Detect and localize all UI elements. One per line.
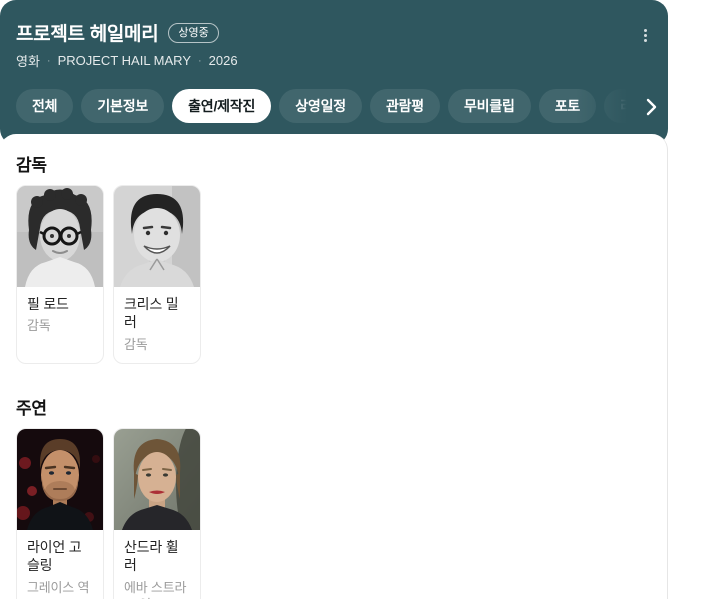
kebab-menu-icon[interactable] (638, 25, 652, 45)
tab-showtimes[interactable]: 상영일정 (279, 89, 362, 123)
person-card-phil-lord[interactable]: 필 로드 감독 (16, 185, 104, 364)
person-role: 감독 (124, 337, 190, 354)
person-name: 산드라 휠러 (124, 538, 190, 575)
tab-all[interactable]: 전체 (16, 89, 73, 123)
tab-cast-crew[interactable]: 출연/제작진 (172, 89, 271, 123)
subtitle-separator: · (198, 55, 202, 67)
ryan-gosling-portrait (17, 429, 103, 530)
section-directors: 감독 (16, 151, 651, 364)
person-info: 필 로드 감독 (17, 287, 103, 335)
person-card-sandra-huller[interactable]: 산드라 휠러 에바 스트라트 역 (113, 428, 201, 599)
subtitle-original-title: PROJECT HAIL MARY (58, 53, 191, 68)
phil-lord-portrait (17, 186, 103, 287)
tab-bar: 전체 기본정보 출연/제작진 상영일정 관람평 무비클립 포토 리뷰 (16, 89, 664, 123)
section-title: 주연 (16, 394, 651, 419)
movie-info-module: 프로젝트 헤일메리 상영중 영화 · PROJECT HAIL MARY · 2… (0, 0, 704, 599)
sandra-huller-portrait (114, 429, 200, 530)
person-name: 크리스 밀러 (124, 295, 190, 332)
person-name: 필 로드 (27, 295, 93, 313)
chevron-right-icon[interactable] (643, 97, 659, 117)
subtitle-category: 영화 (16, 51, 40, 70)
person-role: 에바 스트라트 역 (124, 580, 190, 599)
tab-photos[interactable]: 포토 (539, 89, 596, 123)
tab-movie-clips[interactable]: 무비클립 (448, 89, 531, 123)
person-card-chris-miller[interactable]: 크리스 밀러 감독 (113, 185, 201, 364)
chris-miller-portrait (114, 186, 200, 287)
person-role: 그레이스 역 (27, 580, 93, 597)
person-card-ryan-gosling[interactable]: 라이언 고슬링 그레이스 역 (16, 428, 104, 599)
person-info: 라이언 고슬링 그레이스 역 (17, 530, 103, 597)
section-title: 감독 (16, 151, 651, 176)
tab-basic-info[interactable]: 기본정보 (81, 89, 164, 123)
cast-cards: 라이언 고슬링 그레이스 역 (16, 428, 651, 599)
section-main-cast: 주연 (16, 394, 651, 599)
person-info: 산드라 휠러 에바 스트라트 역 (114, 530, 200, 599)
now-showing-badge: 상영중 (168, 23, 218, 43)
director-cards: 필 로드 감독 (16, 185, 651, 364)
movie-subtitle: 영화 · PROJECT HAIL MARY · 2026 (16, 51, 238, 70)
movie-title: 프로젝트 헤일메리 (16, 19, 158, 46)
subtitle-separator: · (47, 55, 51, 67)
person-role: 감독 (27, 318, 93, 335)
cast-crew-panel: 감독 (0, 134, 668, 599)
title-row: 프로젝트 헤일메리 상영중 (16, 19, 219, 46)
person-name: 라이언 고슬링 (27, 538, 93, 575)
movie-header: 프로젝트 헤일메리 상영중 영화 · PROJECT HAIL MARY · 2… (0, 0, 668, 145)
person-info: 크리스 밀러 감독 (114, 287, 200, 354)
subtitle-year: 2026 (209, 53, 238, 68)
tab-audience-ratings[interactable]: 관람평 (370, 89, 440, 123)
